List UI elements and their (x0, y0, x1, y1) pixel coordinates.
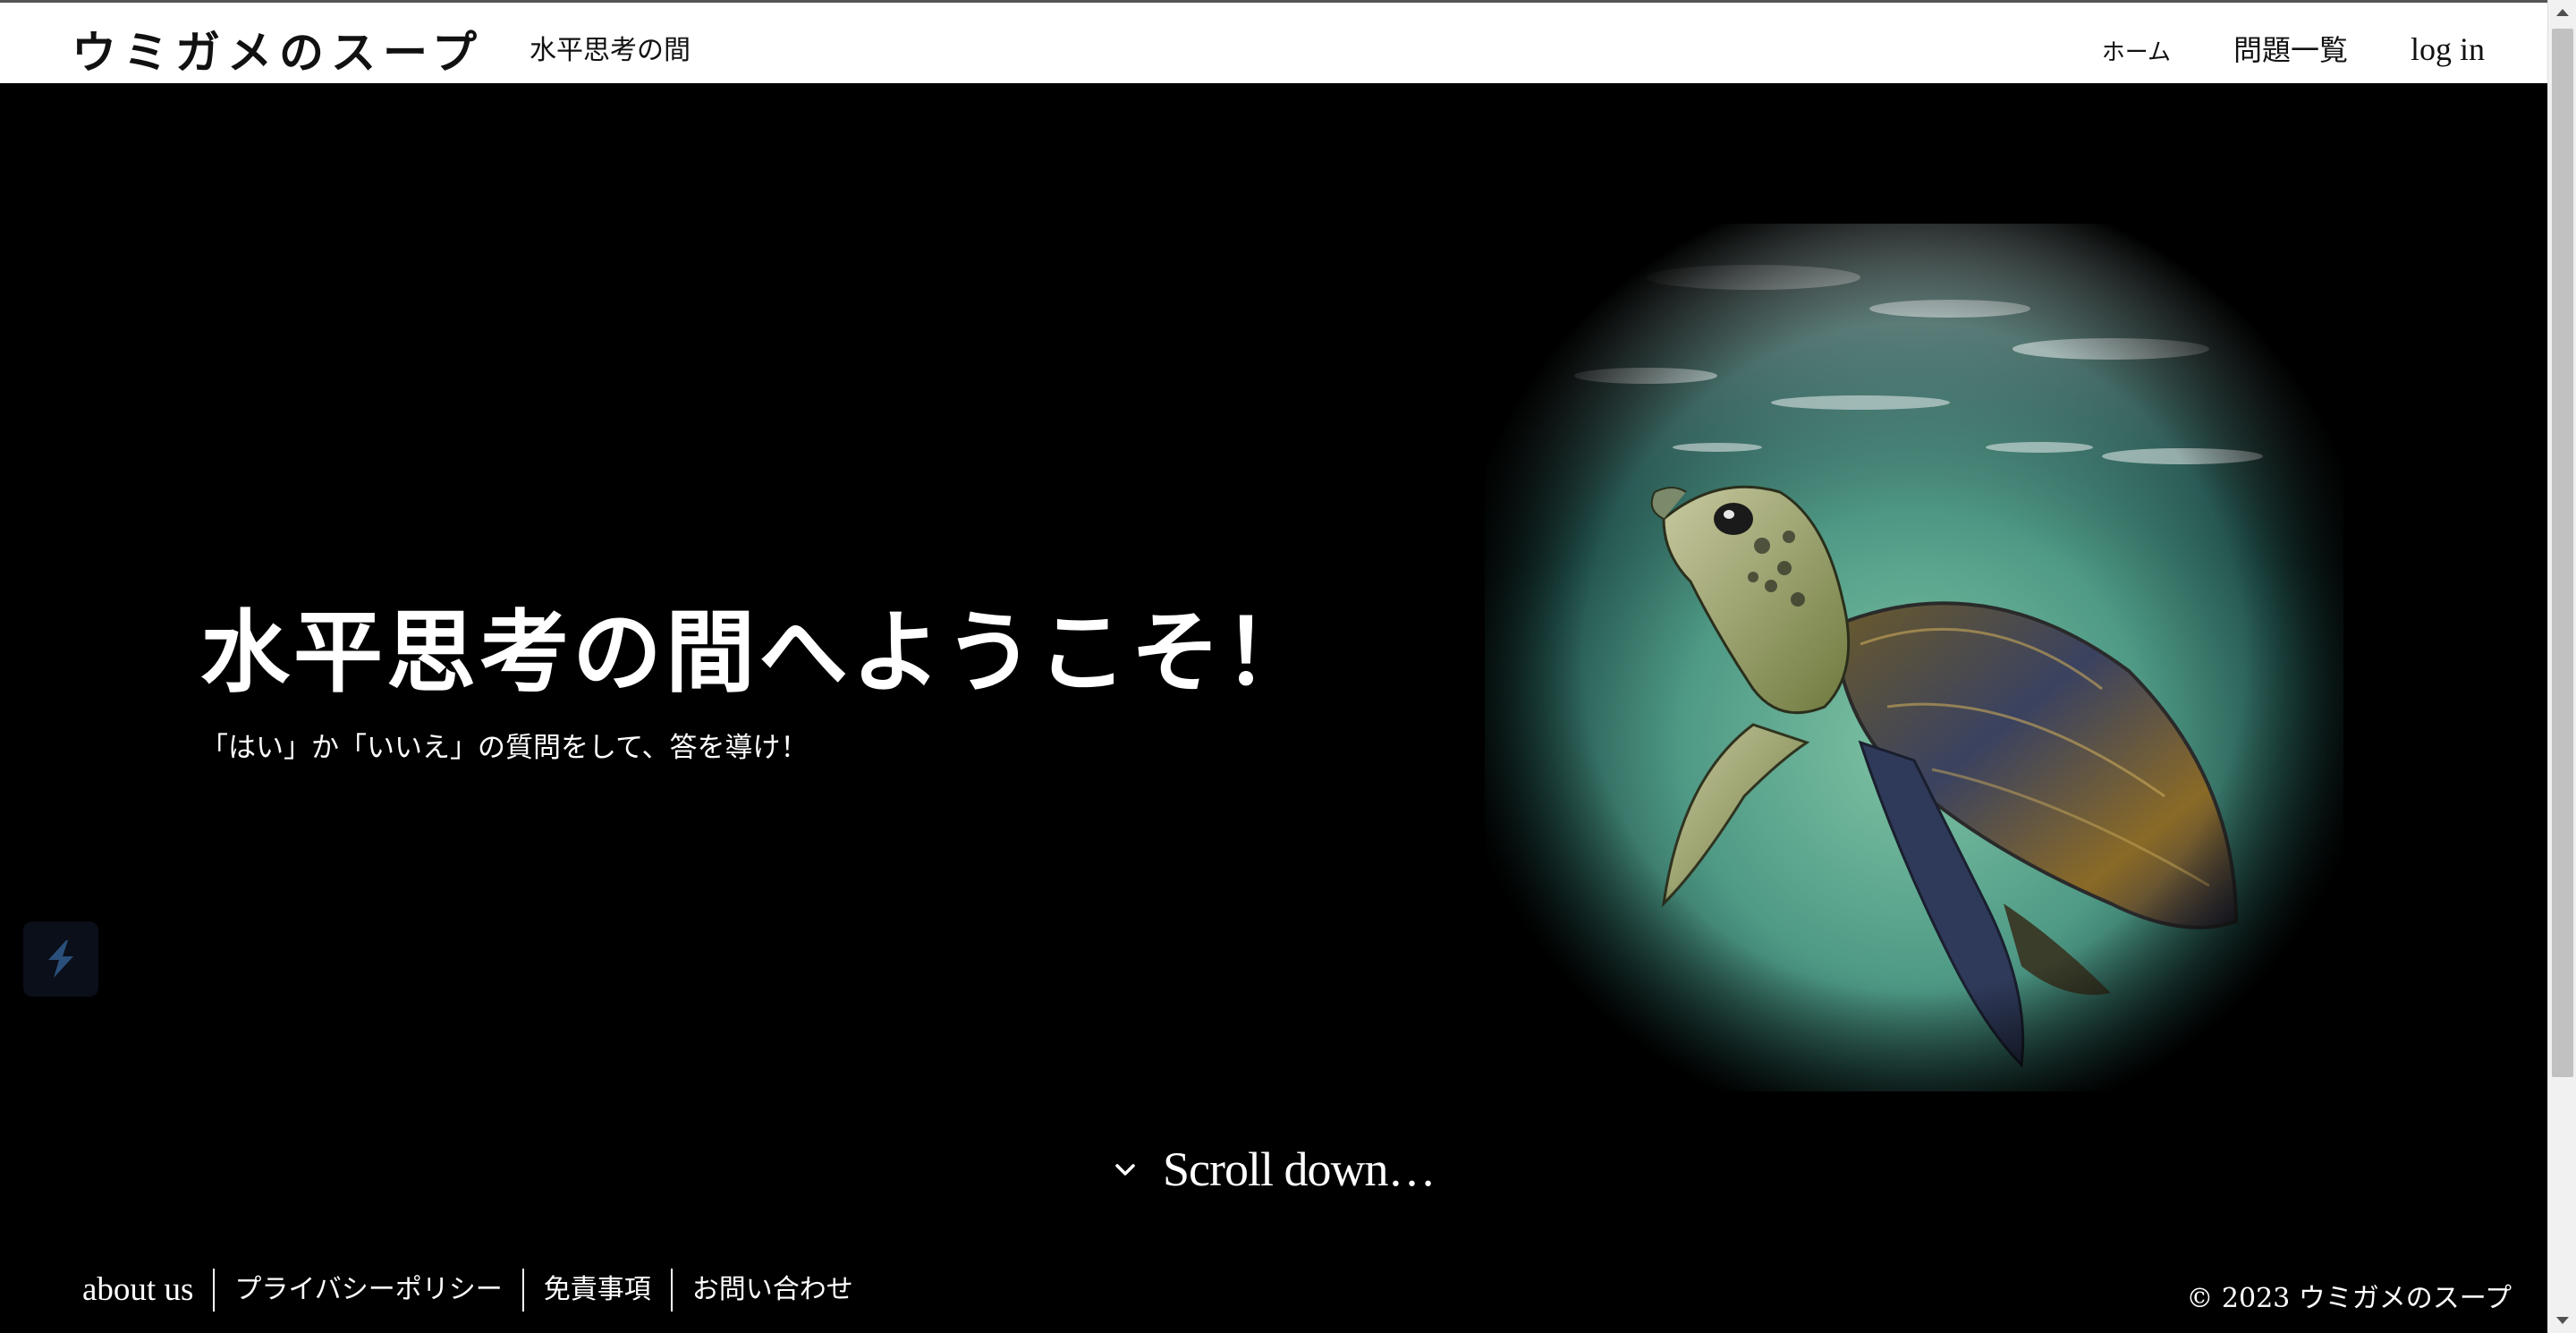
footer-links: about us プライバシーポリシー 免責事項 お問い合わせ (82, 1269, 873, 1312)
scroll-down-label: Scroll down… (1163, 1142, 1436, 1196)
scroll-up-arrow-icon[interactable] (2556, 9, 2569, 16)
sea-turtle-illustration (1485, 224, 2343, 1091)
footer-copyright: © 2023 ウミガメのスープ (2186, 1283, 2512, 1314)
footer-privacy-link[interactable]: プライバシーポリシー (213, 1269, 521, 1312)
site-tagline: 水平思考の間 (530, 35, 691, 66)
scroll-down-button[interactable]: Scroll down… (1113, 1142, 1436, 1197)
scrollbar-thumb[interactable] (2552, 29, 2573, 1077)
footer-contact-link[interactable]: お問い合わせ (670, 1269, 873, 1312)
scroll-down-arrow-icon[interactable] (2556, 1317, 2569, 1324)
nav-problems-link[interactable]: 問題一覧 (2233, 28, 2348, 69)
main-nav: ホーム 問題一覧 log in (2102, 28, 2485, 69)
footer-about-link[interactable]: about us (82, 1269, 213, 1312)
lightning-logo-icon (48, 940, 73, 978)
vertical-scrollbar[interactable] (2547, 0, 2576, 1333)
hero-subtitle: 「はい」か「いいえ」の質問をして、答を導け！ (200, 732, 809, 764)
site-logo[interactable]: ウミガメのスープ (72, 17, 484, 81)
nav-login-link[interactable]: log in (2411, 30, 2485, 68)
floating-widget-button[interactable] (23, 921, 98, 997)
nav-home-link[interactable]: ホーム (2102, 34, 2171, 67)
hero-title: 水平思考の間へようこそ！ (200, 599, 1317, 705)
site-header: ウミガメのスープ 水平思考の間 ホーム 問題一覧 log in (0, 0, 2547, 83)
footer-disclaimer-link[interactable]: 免責事項 (521, 1269, 671, 1312)
chevron-down-icon (1115, 1164, 1135, 1176)
